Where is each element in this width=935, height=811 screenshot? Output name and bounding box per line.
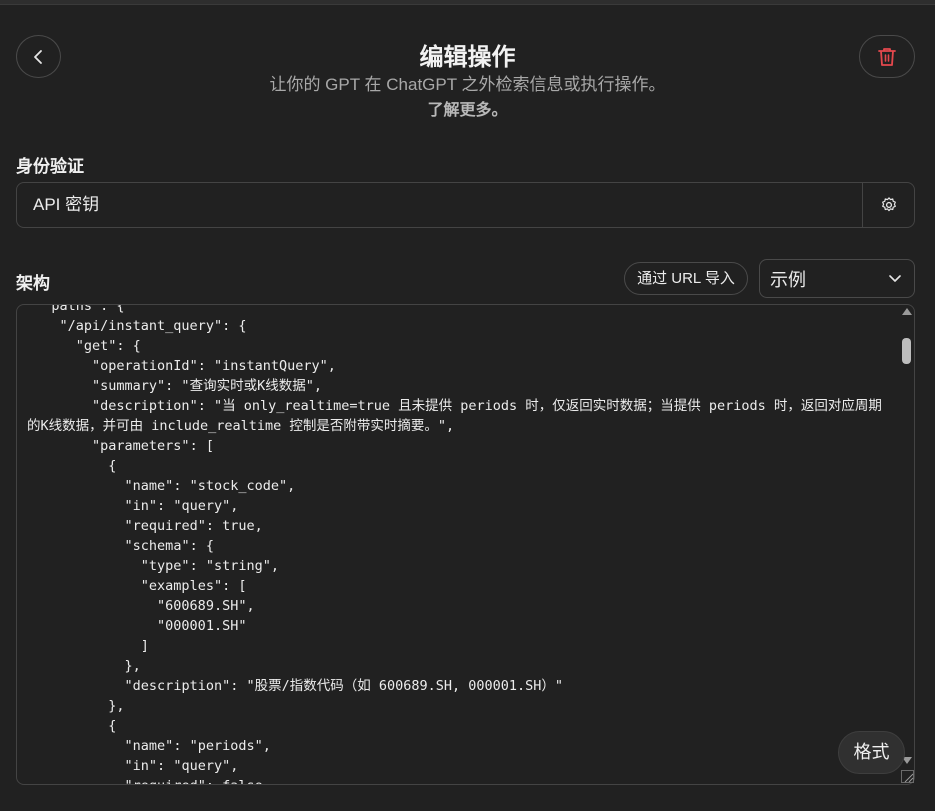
schema-scrollbar[interactable] <box>898 305 914 783</box>
import-url-button[interactable]: 通过 URL 导入 <box>624 262 748 295</box>
chevron-down-icon <box>889 274 901 282</box>
format-button[interactable]: 格式 <box>838 731 905 774</box>
resize-handle-icon[interactable] <box>901 770 914 783</box>
schema-code[interactable]: "paths": { "/api/instant_query": { "get"… <box>27 305 893 784</box>
learn-more-link[interactable]: 了解更多。 <box>0 96 935 120</box>
auth-field[interactable]: API 密钥 <box>16 182 915 228</box>
scroll-thumb[interactable] <box>902 338 911 364</box>
page-title: 编辑操作 <box>419 44 516 71</box>
gear-icon <box>881 197 896 212</box>
delete-button[interactable] <box>859 35 915 78</box>
scroll-up-arrow[interactable] <box>902 308 912 315</box>
auth-settings-button[interactable] <box>862 183 914 227</box>
schema-label: 架构 <box>16 274 50 293</box>
schema-editor[interactable]: "paths": { "/api/instant_query": { "get"… <box>16 304 915 785</box>
auth-label: 身份验证 <box>16 157 84 176</box>
top-bar <box>0 0 935 5</box>
example-select-value: 示例 <box>770 269 806 290</box>
page-subtitle: 让你的 GPT 在 ChatGPT 之外检索信息或执行操作。 <box>269 75 666 94</box>
auth-value[interactable]: API 密钥 <box>17 183 862 227</box>
example-select[interactable]: 示例 <box>759 259 915 298</box>
trash-icon <box>878 47 896 66</box>
